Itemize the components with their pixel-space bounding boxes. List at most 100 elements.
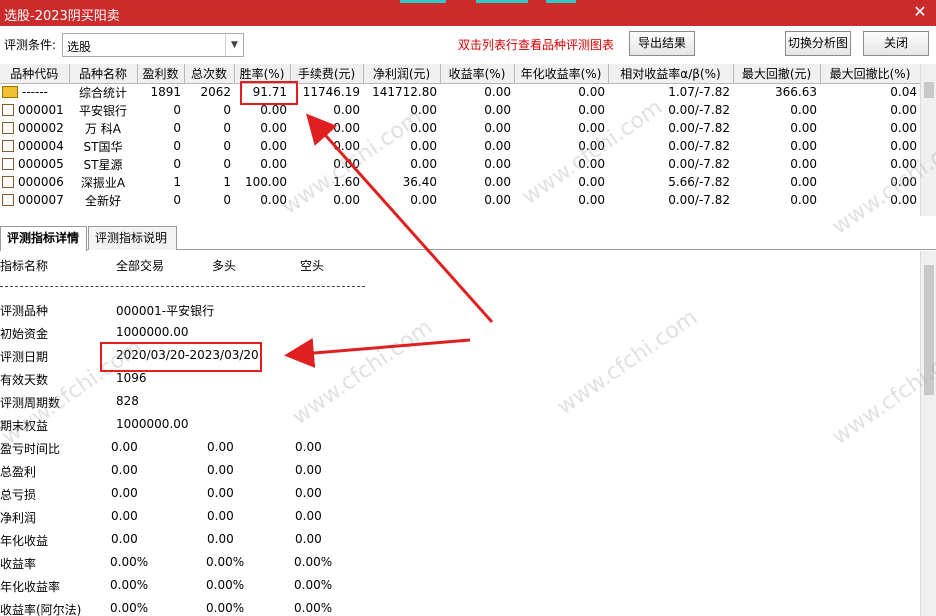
table-row[interactable]: 000001 平安银行 0 0 0.00 0.00 0.00 0.00 0.00 0.00/-7.… [0,101,920,119]
value-cell: 0.00/-7.82 [668,121,730,135]
detail-label: 评测日期 [0,350,49,364]
detail-value: 0.00% [110,578,149,592]
detail-label: 有效天数 [0,373,49,387]
value-cell: 100.00 [245,175,287,189]
value-cell: 0 [223,193,231,207]
detail-header-short: 空头 [300,259,325,273]
value-cell: 0 [173,139,181,153]
value-cell: 0 [173,157,181,171]
stock-name-cell: ST星源 [83,157,123,172]
condition-select[interactable]: 选股 ▼ [62,33,244,57]
value-cell: 0.00 [578,175,605,189]
detail-value: 1096 [116,371,147,385]
column-header[interactable]: 总次数 [184,64,235,84]
value-cell: 0.00 [790,103,817,117]
table-row[interactable]: 000004 ST国华 0 0 0.00 0.00 0.00 0.00 0.00 0.00/-7.… [0,137,920,155]
summary-row[interactable]: ------ 综合统计 1891 2062 91.71 11746.19 141712.80… [0,83,920,101]
column-header[interactable]: 盈利数 [137,64,185,84]
value-cell: 366.63 [775,85,817,100]
document-icon [2,140,14,152]
summary-icon [2,86,18,99]
stock-code: 000001 [18,103,64,117]
switch-chart-button[interactable]: 切换分析图 [785,31,851,56]
tab-metric-details[interactable]: 评测指标详情 [0,226,87,251]
hint-text: 双击列表行查看品种评测图表 [458,38,615,52]
value-cell: 0 [173,103,181,117]
value-cell: 2062 [200,85,231,100]
stock-code: 000002 [18,121,64,135]
detail-value: 0.00 [295,509,322,523]
column-header[interactable]: 最大回撤比(%) [820,64,920,84]
detail-header-long: 多头 [212,259,237,273]
detail-value: 1000000.00 [116,325,189,339]
stock-code: 000007 [18,193,64,207]
condition-value: 选股 [67,40,92,54]
value-cell: 0.00 [578,139,605,153]
value-cell: 0.00 [260,121,287,135]
value-cell: 0 [223,121,231,135]
detail-value: 0.00 [111,486,138,500]
scroll-thumb[interactable] [924,82,934,98]
value-cell: 0.00 [484,85,511,100]
detail-value: 0.00 [111,509,138,523]
table-row[interactable]: 000007 全新好 0 0 0.00 0.00 0.00 0.00 0.00 0.00/-7.8… [0,191,920,209]
column-header[interactable]: 年化收益率(%) [514,64,609,84]
value-cell: 0.00/-7.82 [668,103,730,117]
column-header[interactable]: 最大回撤(元) [733,64,821,84]
column-header[interactable]: 收益率(%) [440,64,515,84]
column-header[interactable]: 净利润(元) [363,64,441,84]
tab-metric-description[interactable]: 评测指标说明 [88,226,177,250]
close-button[interactable]: 关闭 [863,31,929,56]
detail-value: 0.00 [207,440,234,454]
value-cell: 1891 [150,85,181,100]
detail-label: 收益率(阿尔法) [0,603,82,616]
document-icon [2,176,14,188]
stock-name-cell: 综合统计 [78,85,127,100]
table-row[interactable]: 000005 ST星源 0 0 0.00 0.00 0.00 0.00 0.00 0.00/-7.… [0,155,920,173]
value-cell: 0.00/-7.82 [668,157,730,171]
stock-code: 000004 [18,139,64,153]
detail-value: 0.00 [111,532,138,546]
value-cell: 0.04 [890,85,917,100]
value-cell: 0.00 [484,157,511,171]
stock-code-cell: 000002 [0,119,69,137]
title-accent [546,0,576,3]
chevron-down-icon[interactable]: ▼ [225,34,243,56]
table-row[interactable]: 000006 深振业A 1 1 100.00 1.60 36.40 0.00 0.00 5.66/… [0,173,920,191]
detail-label: 盈亏时间比 [0,442,61,456]
value-cell: 0.00 [333,139,360,153]
window-close-icon[interactable]: ✕ [910,2,930,22]
value-cell: 1 [173,175,181,189]
table-row[interactable]: 000002 万 科A 0 0 0.00 0.00 0.00 0.00 0.00 0.00/-7.… [0,119,920,137]
document-icon [2,194,14,206]
value-cell: 0.00 [578,103,605,117]
stock-code-cell: 000007 [0,191,69,209]
title-accent [476,0,528,3]
detail-label: 初始资金 [0,327,49,341]
value-cell: 0.00 [484,175,511,189]
value-cell: 0.00 [790,157,817,171]
value-cell: 5.66/-7.82 [668,175,730,189]
detail-value: 0.00% [294,601,333,615]
document-icon [2,158,14,170]
grid-scrollbar[interactable] [920,64,936,216]
column-header[interactable]: 品种代码 [0,64,70,84]
scroll-thumb[interactable] [924,265,934,395]
column-header[interactable]: 品种名称 [69,64,138,84]
value-cell: 0.00 [578,85,605,100]
value-cell: 0.00 [333,121,360,135]
condition-label: 评测条件: [4,38,57,52]
export-button[interactable]: 导出结果 [629,31,695,56]
value-cell: 0.00 [484,139,511,153]
detail-value: 828 [116,394,139,408]
value-cell: 0.00 [890,103,917,117]
value-cell: 0.00 [484,193,511,207]
column-header[interactable]: 相对收益率α/β(%) [608,64,734,84]
date-highlight [100,342,262,372]
stock-name-cell: ST国华 [83,139,123,154]
detail-value: 0.00 [295,486,322,500]
column-header[interactable]: 手续费(元) [290,64,364,84]
detail-header-all: 全部交易 [116,259,165,273]
detail-scrollbar[interactable] [920,251,936,616]
detail-value: 0.00 [207,463,234,477]
